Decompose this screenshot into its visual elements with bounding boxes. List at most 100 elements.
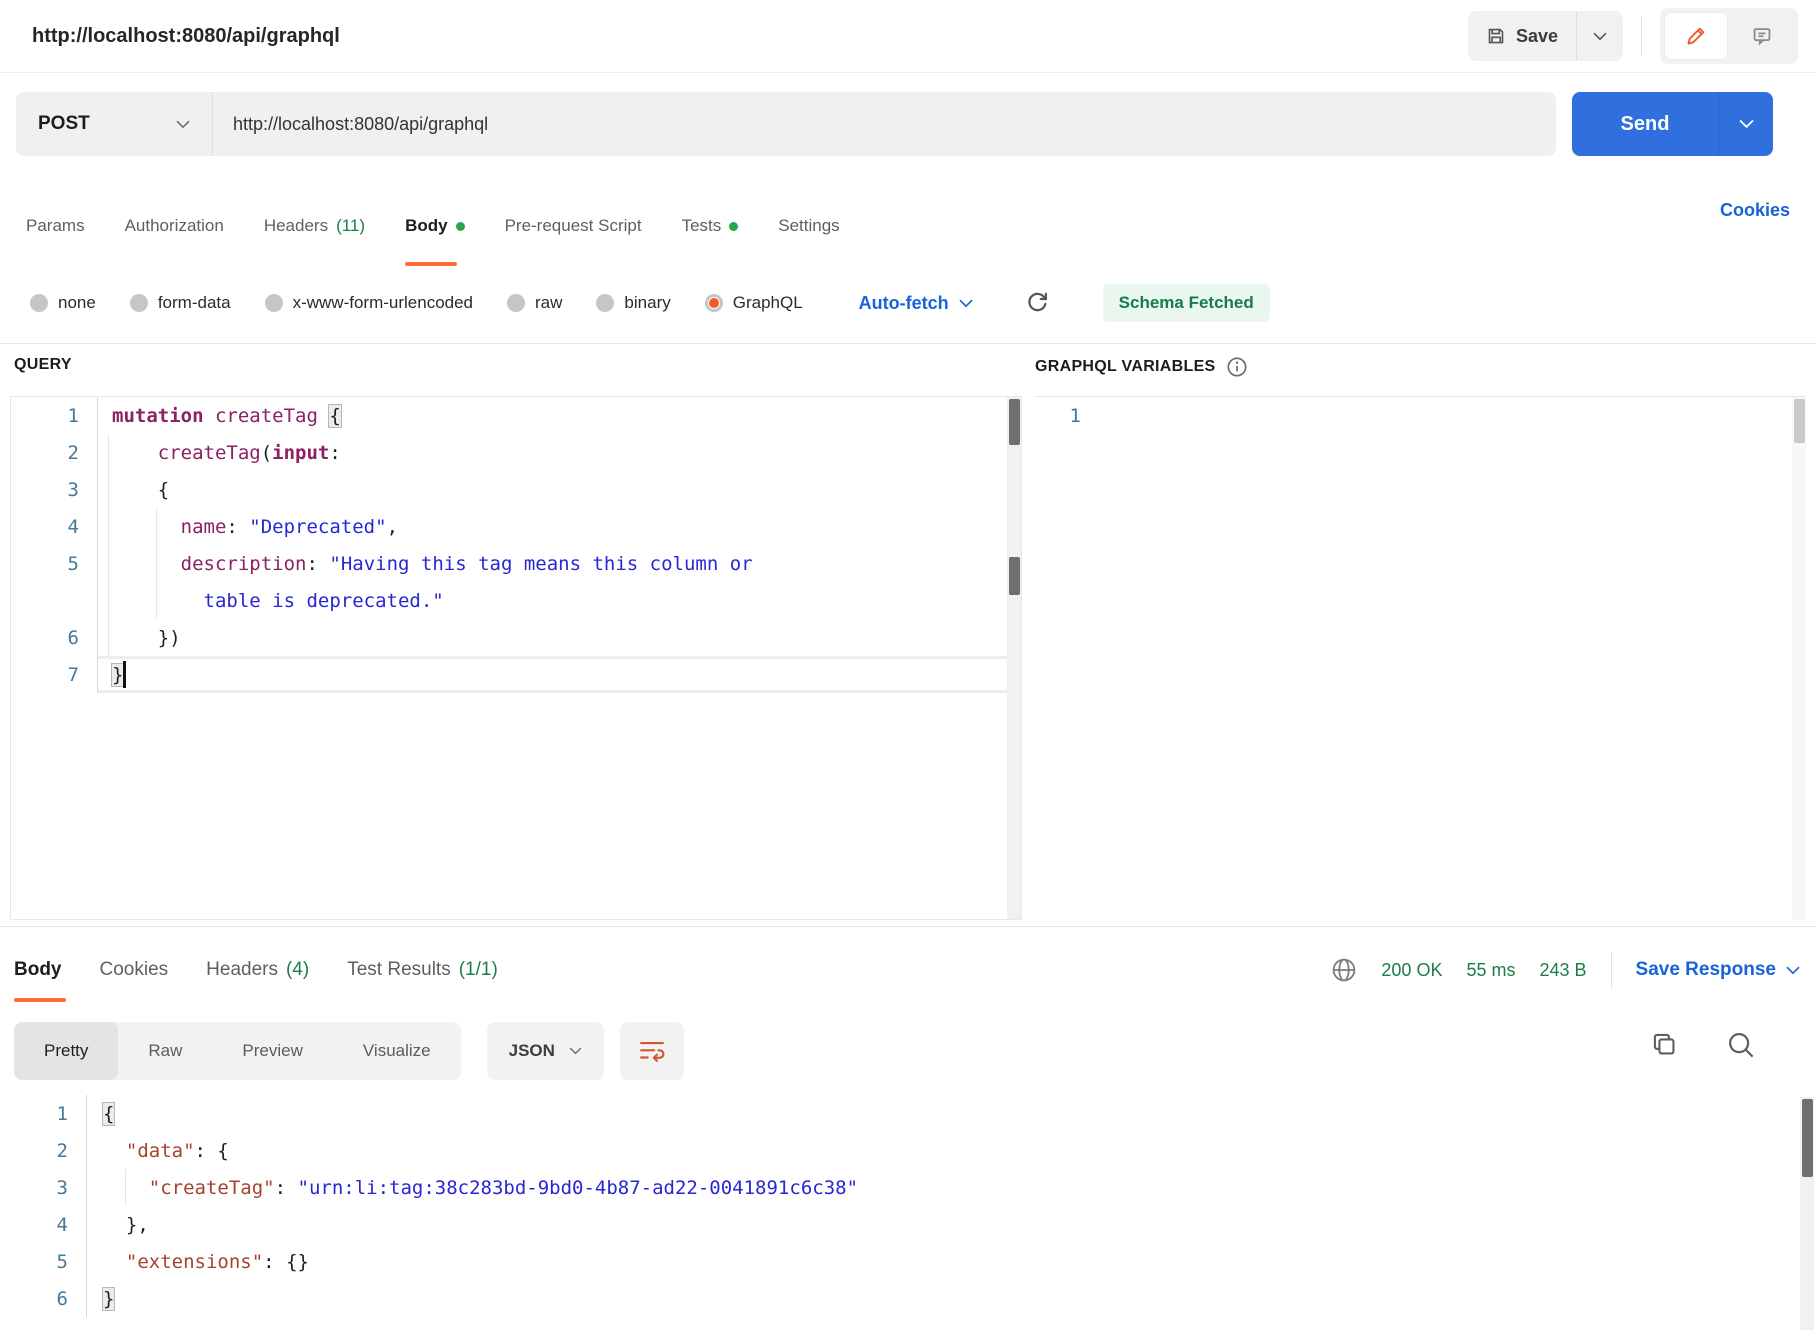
indent-guide	[108, 582, 109, 619]
tab-headers[interactable]: Headers (11)	[264, 186, 365, 266]
send-options-dropdown[interactable]	[1719, 92, 1773, 156]
save-options-dropdown[interactable]	[1577, 11, 1623, 61]
code-line: 3 "createTag": "urn:li:tag:38c283bd-9bd0…	[0, 1169, 1816, 1206]
response-size[interactable]: 243 B	[1539, 960, 1586, 981]
save-button[interactable]: Save	[1468, 11, 1577, 61]
request-title: http://localhost:8080/api/graphql	[32, 25, 340, 48]
auto-fetch-dropdown[interactable]: Auto-fetch	[859, 293, 973, 314]
view-pretty[interactable]: Pretty	[14, 1022, 118, 1080]
pencil-icon	[1685, 25, 1707, 47]
code-line: 2 createTag(input:	[11, 434, 1021, 471]
line-number: 2	[11, 442, 97, 464]
cookies-link[interactable]: Cookies	[1720, 200, 1790, 221]
body-type-x-www-form-urlencoded[interactable]: x-www-form-urlencoded	[265, 293, 473, 313]
headers-count: (11)	[336, 216, 365, 236]
indent-guide	[156, 545, 157, 582]
response-tabs: Body Cookies Headers (4) Test Results (1…	[14, 938, 498, 1002]
send-button[interactable]: Send	[1572, 92, 1719, 156]
graphql-query-editor[interactable]: 1mutation createTag {2 createTag(input: 3…	[10, 396, 1022, 920]
radio-icon	[130, 294, 148, 312]
graphql-variables-editor[interactable]: 1	[1035, 396, 1806, 920]
tab-body[interactable]: Body	[405, 186, 465, 266]
line-number: 3	[11, 479, 97, 501]
test-results-count: (1/1)	[459, 959, 498, 981]
body-type-form-data[interactable]: form-data	[130, 293, 231, 313]
edit-mode-button[interactable]	[1665, 13, 1727, 59]
body-type-binary[interactable]: binary	[596, 293, 670, 313]
refresh-schema-button[interactable]	[1025, 291, 1049, 315]
save-button-label: Save	[1516, 26, 1558, 47]
request-header-bar: http://localhost:8080/api/graphql Save	[0, 0, 1816, 73]
chevron-down-icon	[176, 120, 190, 129]
response-scrollbar[interactable]	[1800, 1097, 1814, 1330]
indent-guide	[108, 434, 109, 471]
comment-icon	[1751, 25, 1773, 47]
response-tab-body[interactable]: Body	[14, 938, 62, 1002]
view-mode-segments: Pretty Raw Preview Visualize	[14, 1022, 461, 1080]
refresh-icon	[1025, 291, 1049, 315]
tab-tests[interactable]: Tests	[682, 186, 739, 266]
indent-guide	[156, 582, 157, 619]
query-panel-title: QUERY	[14, 356, 72, 374]
copy-icon	[1650, 1030, 1678, 1058]
response-tab-test-results[interactable]: Test Results (1/1)	[347, 938, 498, 1002]
request-url-bar: POST	[16, 92, 1556, 156]
tab-authorization[interactable]: Authorization	[125, 186, 224, 266]
code-line: 5 "extensions": {}	[0, 1243, 1816, 1280]
code-line: 7}	[11, 656, 1021, 693]
info-icon	[1226, 356, 1248, 378]
comment-mode-button[interactable]	[1731, 13, 1793, 59]
query-editor-scrollbar[interactable]	[1007, 397, 1021, 919]
line-number: 4	[0, 1214, 86, 1236]
code-line: 2 "data": {	[0, 1132, 1816, 1169]
indent-guide	[108, 545, 109, 582]
format-selector[interactable]: JSON	[487, 1022, 604, 1080]
schema-status-badge: Schema Fetched	[1103, 284, 1270, 322]
radio-selected-icon	[705, 294, 723, 312]
method-selector[interactable]: POST	[16, 113, 212, 135]
body-type-none[interactable]: none	[30, 293, 96, 313]
floppy-save-icon	[1486, 26, 1506, 46]
request-tabs: Params Authorization Headers (11) Body P…	[26, 186, 840, 266]
chevron-down-icon	[959, 299, 973, 308]
wrap-lines-button[interactable]	[620, 1022, 684, 1080]
indent-guide	[108, 471, 109, 508]
code-line: 1mutation createTag {	[11, 397, 1021, 434]
line-number: 5	[0, 1251, 86, 1273]
tab-settings[interactable]: Settings	[778, 186, 839, 266]
text-cursor	[123, 661, 126, 688]
response-time[interactable]: 55 ms	[1466, 960, 1515, 981]
response-headers-count: (4)	[286, 959, 309, 981]
view-raw[interactable]: Raw	[118, 1022, 212, 1080]
copy-response-button[interactable]	[1650, 1030, 1678, 1060]
radio-icon	[30, 294, 48, 312]
response-body-viewer[interactable]: 1{2 "data": {3 "createTag": "urn:li:tag:…	[0, 1095, 1816, 1330]
body-type-options: none form-data x-www-form-urlencoded raw…	[30, 282, 1270, 324]
line-number: 1	[1035, 405, 1093, 427]
body-type-graphql[interactable]: GraphQL	[705, 293, 803, 313]
line-number: 6	[11, 627, 97, 649]
search-response-button[interactable]	[1726, 1030, 1756, 1060]
response-tab-cookies[interactable]: Cookies	[100, 938, 169, 1002]
radio-icon	[596, 294, 614, 312]
code-line: 1	[1035, 397, 1806, 434]
view-visualize[interactable]: Visualize	[333, 1022, 461, 1080]
response-tab-headers[interactable]: Headers (4)	[206, 938, 309, 1002]
globe-icon	[1331, 957, 1357, 983]
save-button-group: Save	[1468, 11, 1623, 61]
body-green-dot	[456, 222, 465, 231]
url-input[interactable]	[213, 114, 1556, 135]
send-button-label: Send	[1621, 113, 1670, 136]
tab-params[interactable]: Params	[26, 186, 85, 266]
response-view-toolbar: Pretty Raw Preview Visualize JSON	[14, 1022, 684, 1080]
save-response-dropdown[interactable]: Save Response	[1636, 959, 1800, 981]
tab-pre-request-script[interactable]: Pre-request Script	[505, 186, 642, 266]
body-type-raw[interactable]: raw	[507, 293, 562, 313]
line-number: 2	[0, 1140, 86, 1162]
view-preview[interactable]: Preview	[212, 1022, 332, 1080]
tests-green-dot	[729, 222, 738, 231]
status-badge[interactable]: 200 OK	[1381, 960, 1442, 981]
radio-icon	[507, 294, 525, 312]
variables-editor-scrollbar[interactable]	[1792, 397, 1806, 920]
meta-divider	[1611, 952, 1612, 988]
